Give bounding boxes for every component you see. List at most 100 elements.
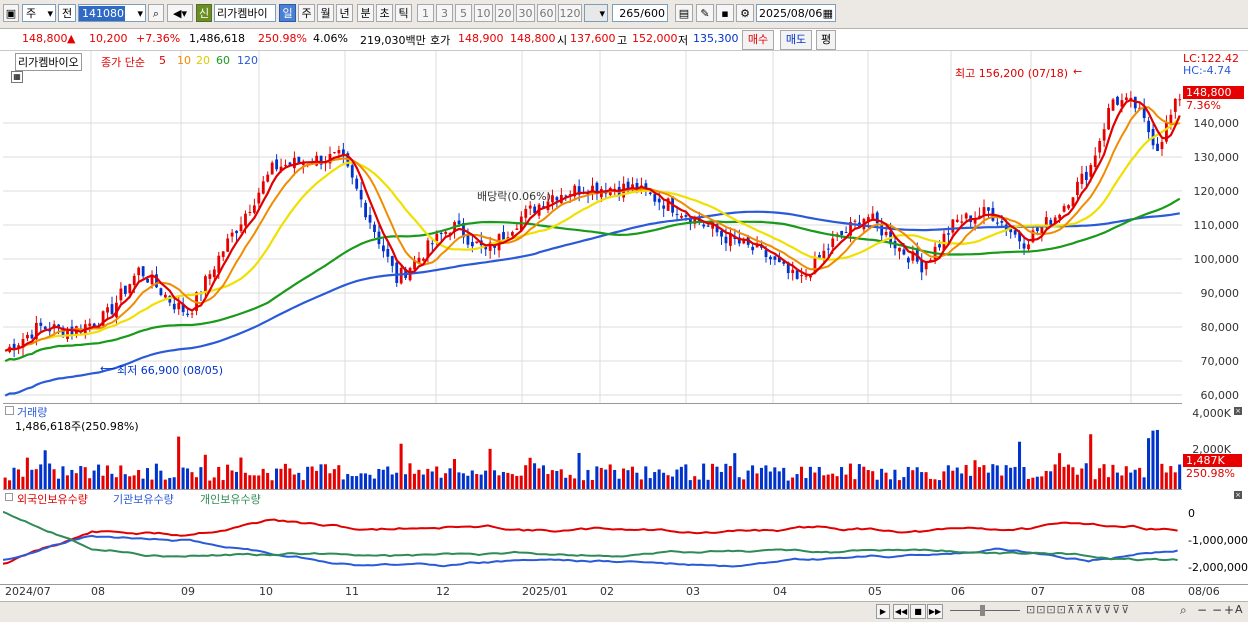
custom-interval-select[interactable]: ▾ xyxy=(584,4,608,22)
stop-icon[interactable]: ■ xyxy=(910,604,926,619)
legend-individual[interactable]: 개인보유수량 xyxy=(200,491,261,507)
volume-bar xyxy=(897,480,901,489)
interval-30[interactable]: 30 xyxy=(516,4,535,22)
period-tick[interactable]: 틱 xyxy=(395,4,412,22)
flat-button[interactable]: 평 xyxy=(816,30,836,50)
holder-chart[interactable] xyxy=(3,490,1182,584)
volume-bar xyxy=(862,466,866,489)
price-chart[interactable] xyxy=(3,51,1182,403)
interval-60[interactable]: 60 xyxy=(537,4,556,22)
sell-button[interactable]: 매도 xyxy=(780,30,812,50)
volume-bar xyxy=(537,468,541,489)
zoom-out-icon[interactable]: − xyxy=(1197,603,1207,617)
period-day[interactable]: 일 xyxy=(279,4,296,22)
volume-bar xyxy=(564,477,568,489)
interval-3[interactable]: 3 xyxy=(436,4,453,22)
volume: 1,486,618 xyxy=(189,32,245,45)
period-week[interactable]: 주 xyxy=(298,4,315,22)
window-icon[interactable]: ▣ xyxy=(3,4,19,22)
volume-bar xyxy=(8,480,12,489)
volume-bar xyxy=(871,471,875,489)
interval-120[interactable]: 120 xyxy=(558,4,582,22)
interval-10[interactable]: 10 xyxy=(474,4,493,22)
holder-pane[interactable]: 외국인보유수량 기관보유수량 개인보유수량 xyxy=(3,490,1182,584)
candle-body xyxy=(466,234,470,245)
zoom-slider-track[interactable] xyxy=(950,610,1020,611)
current-pct: 7.36% xyxy=(1186,99,1221,112)
candle-body xyxy=(769,256,772,260)
draw-tool-icon[interactable]: ✎ xyxy=(696,4,714,22)
close-icon[interactable]: × xyxy=(1234,491,1242,499)
bid-label: 호가 xyxy=(430,34,451,47)
count-input[interactable]: 265/600 xyxy=(612,4,668,22)
pane-toggle-icon[interactable] xyxy=(5,493,13,501)
volume-bar xyxy=(955,467,959,489)
search-icon[interactable]: ⌕ xyxy=(148,4,164,22)
fast-forward-icon[interactable]: ▶▶ xyxy=(927,604,943,619)
candle-body xyxy=(1107,108,1110,130)
period-minute[interactable]: 분 xyxy=(357,4,374,22)
volume-bar xyxy=(848,463,852,489)
volume-bar xyxy=(186,468,190,489)
volume-bar xyxy=(1017,441,1022,489)
volume-bar xyxy=(3,477,7,489)
scroll-right-icon[interactable]: ▶ xyxy=(876,604,890,619)
market-select[interactable]: 주 ▾ xyxy=(22,4,56,22)
volume-bar xyxy=(1049,471,1053,489)
save-icon[interactable]: ▪ xyxy=(716,4,734,22)
sound-icon[interactable]: ◀▾ xyxy=(167,4,193,22)
minus-icon[interactable]: − xyxy=(1212,603,1222,617)
interval-5[interactable]: 5 xyxy=(455,4,472,22)
volume-chart[interactable] xyxy=(3,404,1182,489)
volume-bar xyxy=(350,476,354,489)
volume-bar xyxy=(426,468,430,489)
volume-ratio: 250.98% xyxy=(258,32,307,45)
legend-institution[interactable]: 기관보유수량 xyxy=(113,491,174,507)
volume-bar xyxy=(1058,453,1062,489)
stock-label[interactable]: 리가켐바이오 xyxy=(15,53,82,71)
volume-bar xyxy=(670,476,675,489)
ma-title[interactable]: 종가 단순 xyxy=(101,54,145,70)
interval-1[interactable]: 1 xyxy=(417,4,434,22)
price-pane[interactable]: 리가켐바이오 종가 단순 5 10 20 60 120 ▦ 최고 156,200… xyxy=(3,51,1182,404)
volume-bar xyxy=(1053,464,1057,489)
legend-foreign[interactable]: 외국인보유수량 xyxy=(17,491,88,507)
calculator-icon[interactable]: ▦ xyxy=(11,71,23,83)
auto-icon[interactable]: A xyxy=(1235,603,1243,616)
plus-icon[interactable]: + xyxy=(1224,603,1234,617)
candle-body xyxy=(648,192,652,194)
ma5-label[interactable]: 5 xyxy=(159,54,166,67)
rewind-icon[interactable]: ◀◀ xyxy=(893,604,909,619)
period-second[interactable]: 초 xyxy=(376,4,393,22)
ma10-label[interactable]: 10 xyxy=(177,54,191,67)
close-icon[interactable]: × xyxy=(1234,407,1242,415)
interval-20[interactable]: 20 xyxy=(495,4,514,22)
mode-select[interactable]: 전 xyxy=(58,4,76,22)
zoom-icon[interactable]: ⌕ xyxy=(1180,603,1187,618)
candle-body xyxy=(390,256,394,266)
volume-bar xyxy=(1155,429,1159,489)
volume-bar xyxy=(448,468,452,489)
ma120-label[interactable]: 120 xyxy=(237,54,258,67)
volume-bar xyxy=(768,471,772,489)
gear-icon[interactable]: ⚙ xyxy=(736,4,754,22)
current-price-tag: 148,800 xyxy=(1183,86,1244,99)
x-tick: 2024/07 xyxy=(5,585,51,598)
chart-settings-icon[interactable]: ▤ xyxy=(675,4,693,22)
zoom-slider-handle[interactable] xyxy=(980,605,985,616)
x-tick: 04 xyxy=(773,585,787,598)
candle-body xyxy=(960,221,964,223)
period-year[interactable]: 년 xyxy=(336,4,353,22)
code-input[interactable]: 141080 ▾ xyxy=(78,4,146,22)
ma20-label[interactable]: 20 xyxy=(196,54,210,67)
volume-pane[interactable]: 거래량 1,486,618주(250.98%) xyxy=(3,404,1182,490)
buy-button[interactable]: 매수 xyxy=(742,30,774,50)
date-input[interactable]: 2025/08/06 ▦ xyxy=(756,4,836,22)
period-month[interactable]: 월 xyxy=(317,4,334,22)
pane-toggle-icon[interactable] xyxy=(5,406,14,415)
volume-bar xyxy=(844,474,848,489)
stock-name[interactable]: 리가켐바이 xyxy=(214,4,276,22)
ma60-label[interactable]: 60 xyxy=(216,54,230,67)
volume-bar xyxy=(795,474,799,489)
tool-icons[interactable]: ⊡⊡⊡⊡⊼⊼⊼⊽⊽⊽⊽ xyxy=(1026,603,1130,616)
